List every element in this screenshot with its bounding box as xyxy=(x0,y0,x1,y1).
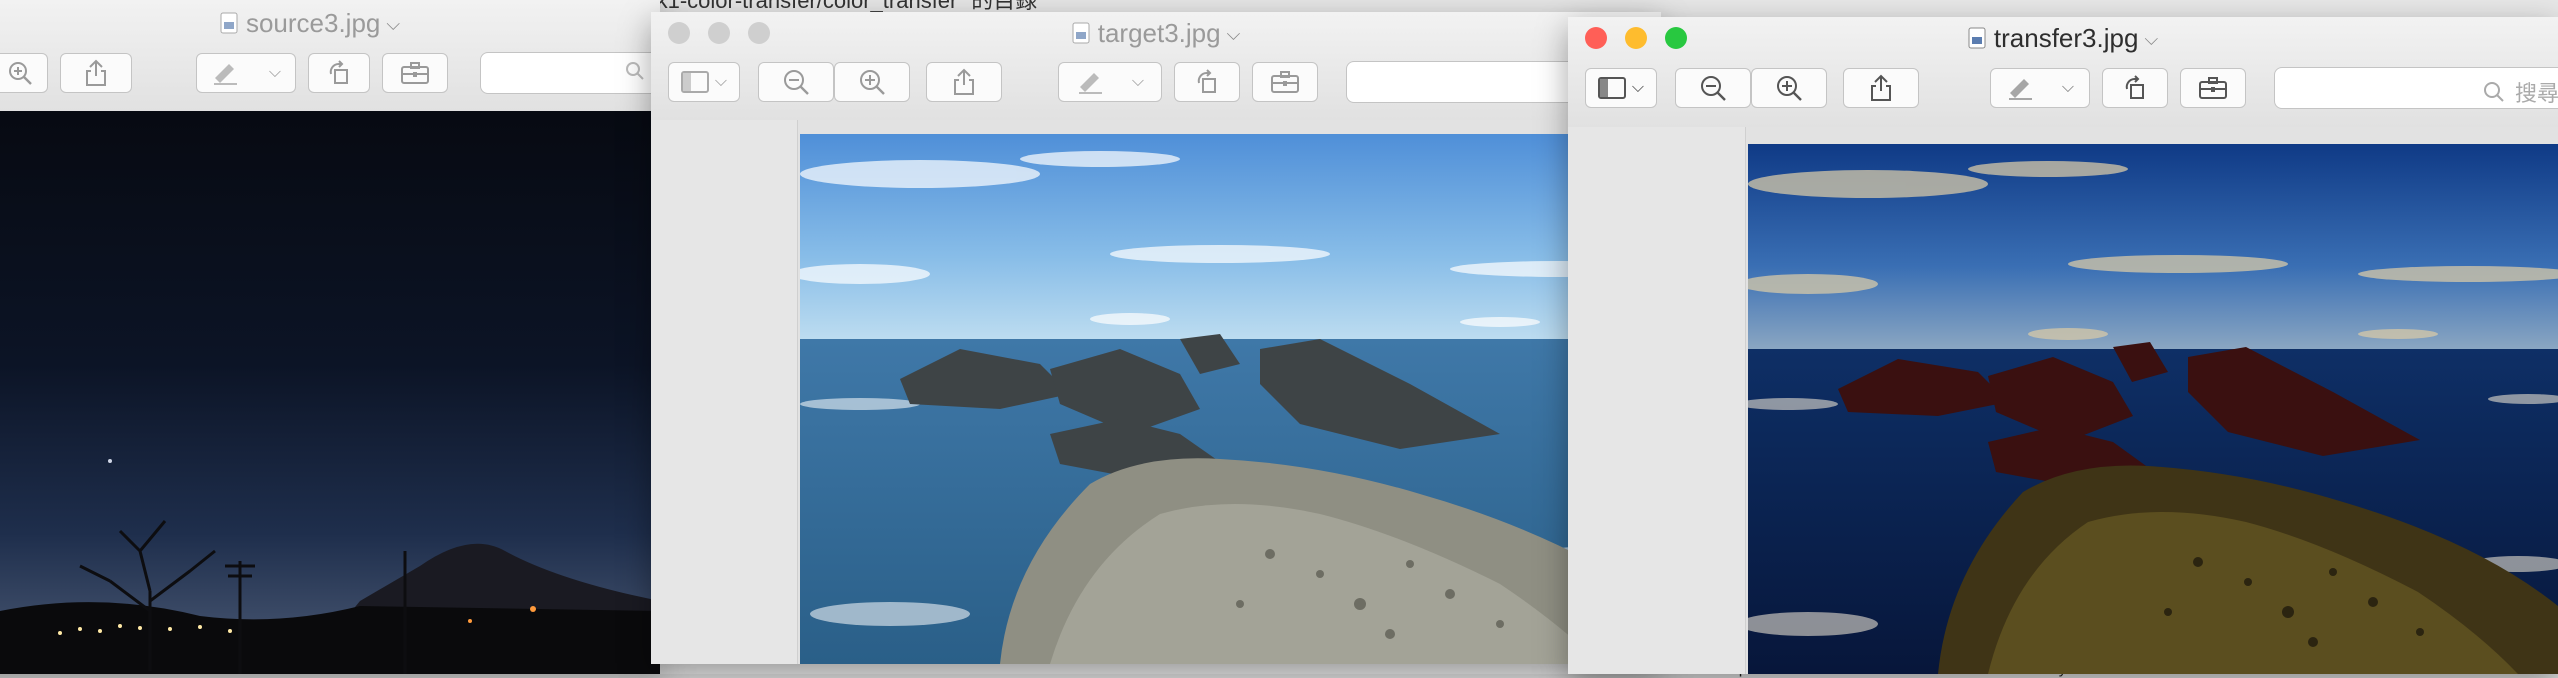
window-toolbar: target3.jpg⌵ ⌵ ⌵ 搜尋 xyxy=(651,12,1661,121)
chevron-down-icon[interactable]: ⌵ xyxy=(386,14,400,35)
toolbox-icon xyxy=(1271,71,1299,93)
search-icon xyxy=(626,62,644,80)
zoom-out-button[interactable] xyxy=(758,62,834,102)
rotate-button[interactable] xyxy=(1174,62,1240,102)
preview-window-transfer[interactable]: transfer3.jpg ⌵ ⌵ ⌵ 搜尋 xyxy=(1568,17,2558,674)
toolbox-button[interactable] xyxy=(2180,68,2246,108)
chevron-down-icon[interactable]: ⌵ xyxy=(1227,24,1241,45)
sidebar-toggle-icon xyxy=(1597,77,1626,99)
sidebar-toggle-button[interactable]: ⌵ xyxy=(1585,68,1657,108)
share-icon xyxy=(954,68,974,95)
window-title-text: target3.jpg xyxy=(1097,18,1221,48)
search-icon xyxy=(2483,82,2504,102)
zoom-in-icon xyxy=(9,62,32,85)
markup-button[interactable]: ⌵ xyxy=(196,53,296,93)
window-toolbar: transfer3.jpg ⌵ ⌵ ⌵ 搜尋 xyxy=(1568,17,2558,128)
preview-window-target[interactable]: target3.jpg⌵ ⌵ ⌵ 搜尋 xyxy=(651,12,1661,664)
share-button[interactable] xyxy=(60,53,132,93)
window-title[interactable]: source3.jpg ⌵ xyxy=(0,8,660,39)
image-canvas[interactable] xyxy=(1568,127,2558,674)
share-icon xyxy=(86,59,106,86)
zoom-in-button[interactable] xyxy=(1751,68,1827,108)
jpg-file-icon xyxy=(1968,27,1986,49)
chevron-down-icon[interactable]: ⌵ xyxy=(2062,79,2074,97)
preview-window-source[interactable]: source3.jpg ⌵ ⌵ xyxy=(0,0,660,674)
jpg-file-icon xyxy=(1072,22,1090,44)
share-button[interactable] xyxy=(926,62,1002,102)
zoom-in-button[interactable] xyxy=(0,53,48,93)
rotate-icon xyxy=(1197,69,1216,93)
toolbox-icon xyxy=(401,62,429,84)
search-placeholder: 搜尋 xyxy=(2514,81,2558,106)
jpg-file-icon xyxy=(220,12,238,34)
chevron-down-icon[interactable]: ⌵ xyxy=(1632,79,1644,97)
window-title[interactable]: transfer3.jpg ⌵ xyxy=(1568,23,2558,54)
target-image xyxy=(800,134,1661,664)
source-image xyxy=(0,111,660,674)
search-field[interactable]: 搜尋 xyxy=(2274,67,2558,109)
image-canvas[interactable] xyxy=(0,111,660,674)
markup-pen-icon xyxy=(2008,79,2032,100)
zoom-out-icon xyxy=(784,70,809,95)
window-title[interactable]: target3.jpg ⌵ xyxy=(651,18,1661,49)
markup-button[interactable]: ⌵ xyxy=(1990,68,2090,108)
window-title-text: source3.jpg xyxy=(245,8,381,38)
markup-pen-icon xyxy=(213,64,237,85)
rotate-icon xyxy=(2125,75,2144,99)
zoom-out-icon xyxy=(1701,76,1726,101)
sidebar-toggle-icon xyxy=(680,71,709,93)
chevron-down-icon[interactable]: ⌵ xyxy=(269,64,281,82)
markup-button[interactable]: ⌵ xyxy=(1058,62,1162,102)
toolbox-icon xyxy=(2199,77,2227,99)
chevron-down-icon[interactable]: ⌵ xyxy=(1132,73,1144,91)
toolbox-button[interactable] xyxy=(382,53,448,93)
transfer-image xyxy=(1748,144,2558,674)
rotate-icon xyxy=(329,60,348,84)
toolbox-button[interactable] xyxy=(1252,62,1318,102)
thumbnail-sidebar[interactable] xyxy=(1568,127,1746,674)
rotate-button[interactable] xyxy=(308,53,370,93)
rotate-button[interactable] xyxy=(2102,68,2168,108)
share-button[interactable] xyxy=(1843,68,1919,108)
window-title-text: transfer3.jpg xyxy=(1993,23,2139,53)
window-toolbar: source3.jpg ⌵ ⌵ xyxy=(0,0,660,112)
search-field[interactable] xyxy=(480,52,660,94)
zoom-out-button[interactable] xyxy=(1675,68,1751,108)
zoom-in-icon xyxy=(1777,76,1802,101)
markup-pen-icon xyxy=(1078,73,1102,94)
image-canvas[interactable] xyxy=(651,120,1661,664)
thumbnail-sidebar[interactable] xyxy=(651,120,798,664)
zoom-in-icon xyxy=(860,70,885,95)
chevron-down-icon[interactable]: ⌵ xyxy=(2144,29,2158,50)
chevron-down-icon[interactable]: ⌵ xyxy=(715,73,727,91)
zoom-in-button[interactable] xyxy=(834,62,910,102)
sidebar-toggle-button[interactable]: ⌵ xyxy=(668,62,740,102)
share-icon xyxy=(1871,74,1891,101)
